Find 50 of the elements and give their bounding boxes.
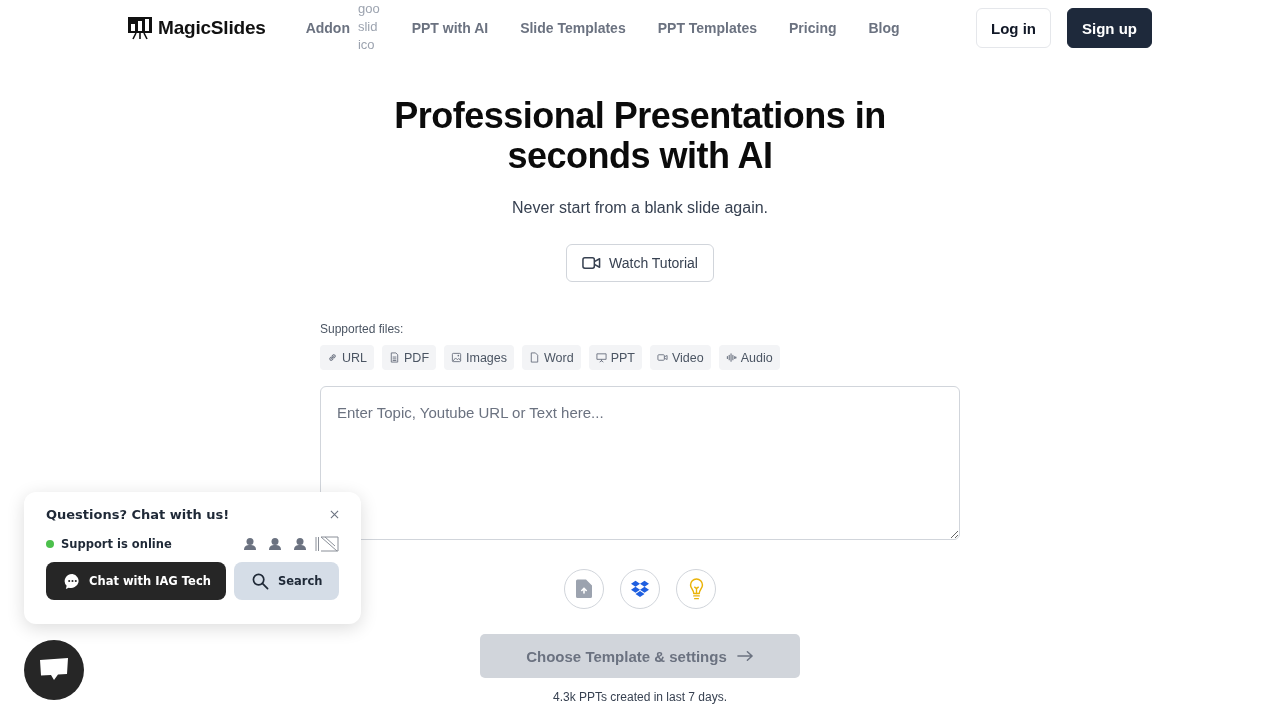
file-type-chip: Audio — [718, 345, 780, 370]
avatar-icon — [243, 537, 257, 551]
search-button[interactable]: Search — [234, 562, 339, 600]
nav-link[interactable]: PPT with AI — [411, 20, 489, 36]
presentation-icon — [595, 352, 607, 363]
watch-tutorial-button[interactable]: Watch Tutorial — [566, 244, 714, 282]
supported-files-label: Supported files: — [320, 322, 405, 336]
file-type-chip: URL — [320, 345, 374, 370]
chat-launcher-button[interactable] — [24, 640, 84, 700]
nav-link[interactable]: Blog — [868, 20, 900, 36]
topic-input[interactable]: Enter Topic, Youtube URL or Text here... — [320, 386, 960, 540]
document-icon — [389, 352, 400, 363]
dropbox-button[interactable] — [620, 569, 660, 609]
video-camera-icon — [582, 256, 601, 270]
stats-text: 4.3k PPTs created in last 7 days. — [552, 690, 728, 704]
chat-with-team-button[interactable]: Chat with IAG Tech — [46, 562, 226, 600]
hero-title: Professional Presentations in seconds with AI — [393, 96, 887, 176]
avatar-icon — [268, 537, 282, 551]
chat-title: Questions? Chat with us! — [46, 506, 230, 522]
logo-icon — [128, 16, 152, 40]
file-upload-icon — [575, 579, 593, 599]
nav-link[interactable]: Addon — [305, 20, 350, 36]
dropbox-icon — [631, 579, 649, 599]
file-icon — [529, 352, 540, 363]
signup-button[interactable]: Sign up — [1067, 8, 1152, 48]
lightbulb-icon — [688, 578, 704, 600]
video-camera-icon — [656, 352, 668, 363]
search-icon — [252, 572, 269, 590]
image-icon — [451, 352, 462, 363]
file-type-chip: PDF — [382, 345, 436, 370]
upload-file-button[interactable] — [564, 569, 604, 609]
audio-wave-icon — [725, 352, 737, 363]
avatar-icon — [293, 537, 307, 551]
hero-subtitle: Never start from a blank slide again. — [511, 198, 769, 218]
logo-text: MagicSlides — [158, 17, 266, 39]
file-type-chip: Images — [444, 345, 514, 370]
chat-bubble-icon — [64, 572, 81, 590]
nav-link[interactable]: Pricing — [789, 20, 837, 36]
image-alt-text: goo slid ico — [357, 0, 380, 54]
close-icon — [329, 509, 339, 519]
arrow-right-icon — [736, 650, 754, 662]
file-type-chip: Word — [522, 345, 581, 370]
support-status: Support is online — [61, 537, 172, 551]
login-button[interactable]: Log in — [976, 8, 1051, 48]
link-icon — [327, 352, 338, 363]
file-type-chip: PPT — [588, 345, 642, 370]
file-type-chip: Video — [649, 345, 711, 370]
team-logo-icon — [315, 536, 339, 552]
nav-link[interactable]: Slide Templates — [520, 20, 626, 36]
nav-link[interactable]: PPT Templates — [657, 20, 758, 36]
